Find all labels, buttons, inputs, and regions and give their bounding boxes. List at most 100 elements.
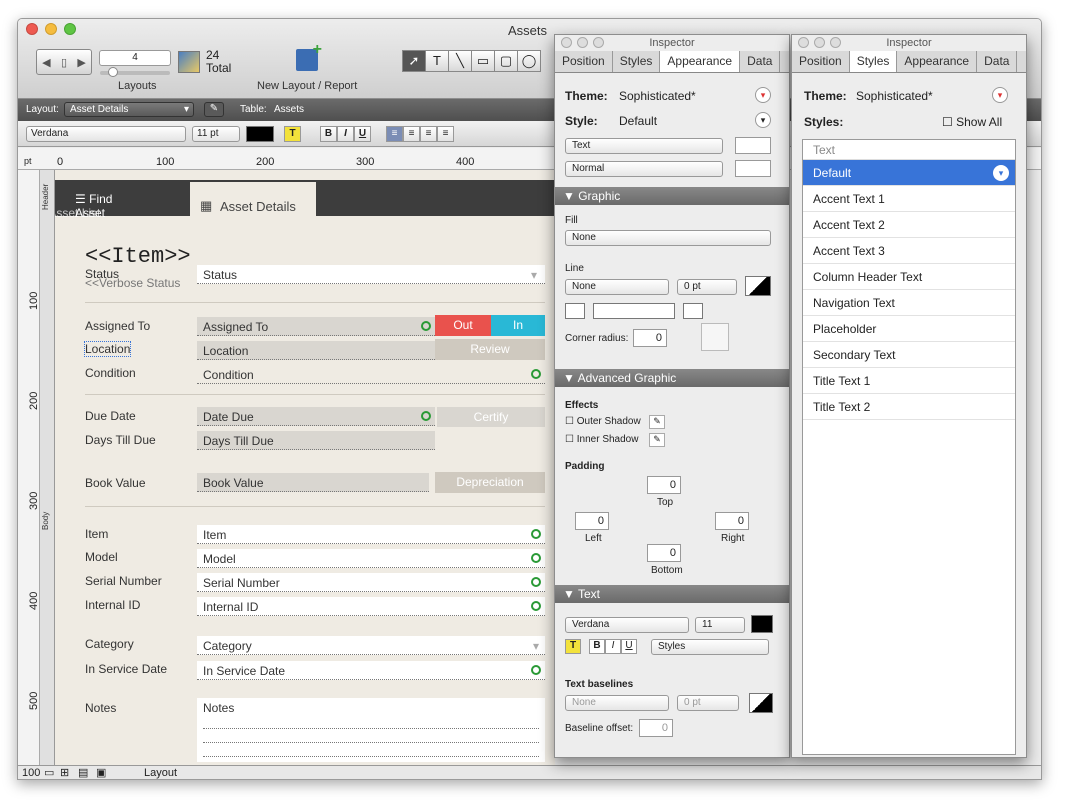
border-between-icon[interactable] bbox=[683, 303, 703, 319]
bold-icon[interactable]: B bbox=[589, 639, 605, 654]
italic-button[interactable]: I bbox=[337, 126, 354, 142]
condition-field[interactable]: Condition bbox=[197, 365, 545, 384]
minimize-button[interactable] bbox=[814, 37, 825, 48]
baseline-width-select[interactable]: 0 pt bbox=[677, 695, 739, 711]
slider-knob[interactable] bbox=[108, 67, 118, 77]
save-style-icon[interactable] bbox=[735, 137, 771, 154]
model-field[interactable]: Model bbox=[197, 549, 545, 568]
check-out-button[interactable]: Out bbox=[435, 315, 491, 336]
theme-menu-icon[interactable]: ▾ bbox=[992, 87, 1008, 103]
corner-picker-icon[interactable] bbox=[701, 323, 729, 351]
style-item[interactable]: Secondary Text bbox=[803, 342, 1015, 368]
layout-select[interactable]: Asset Details ▾ bbox=[64, 102, 194, 117]
text-color-well[interactable] bbox=[246, 126, 274, 142]
internal-id-field[interactable]: Internal ID bbox=[197, 597, 545, 616]
font-select[interactable]: Verdana bbox=[26, 126, 186, 142]
align-right-icon[interactable]: ≡ bbox=[420, 126, 437, 142]
record-book-nav[interactable]: ◀ ▯ ▶ bbox=[36, 49, 92, 75]
status-field[interactable]: Status ▾ bbox=[197, 265, 545, 284]
tab-position[interactable]: Position bbox=[555, 51, 613, 72]
location-field[interactable]: Location bbox=[197, 341, 435, 360]
days-till-due-field[interactable]: Days Till Due bbox=[197, 431, 435, 450]
border-sides-icon[interactable] bbox=[593, 303, 675, 319]
style-options-icon[interactable]: ▾ bbox=[993, 165, 1009, 181]
padding-right-input[interactable]: 0 bbox=[715, 512, 749, 530]
baseline-style-select[interactable]: None bbox=[565, 695, 669, 711]
style-item[interactable]: Navigation Text bbox=[803, 290, 1015, 316]
tab-appearance[interactable]: Appearance bbox=[897, 51, 978, 72]
text-styles-select[interactable]: Styles bbox=[651, 639, 769, 655]
underline-button[interactable]: U bbox=[354, 126, 371, 142]
font-size-select[interactable]: 11 pt bbox=[192, 126, 240, 142]
tab-data[interactable]: Data bbox=[977, 51, 1018, 72]
close-button[interactable] bbox=[26, 23, 38, 35]
align-center-icon[interactable]: ≡ bbox=[403, 126, 420, 142]
tab-styles[interactable]: Styles bbox=[849, 51, 898, 72]
border-all-icon[interactable] bbox=[565, 303, 585, 319]
style-item[interactable]: Column Header Text bbox=[803, 264, 1015, 290]
view-icon[interactable]: ▣ bbox=[96, 766, 106, 779]
style-item[interactable]: Title Text 1 bbox=[803, 368, 1015, 394]
zoom-level[interactable]: 100 bbox=[22, 767, 40, 779]
prev-icon[interactable]: ◀ bbox=[42, 56, 50, 69]
book-value-field[interactable]: Book Value bbox=[197, 473, 429, 492]
graphic-section-header[interactable]: ▼ Graphic bbox=[555, 187, 789, 205]
minimize-button[interactable] bbox=[45, 23, 57, 35]
style-item-default[interactable]: Default ▾ bbox=[803, 160, 1015, 186]
rounded-rect-tool-icon[interactable]: ▢ bbox=[494, 50, 518, 72]
certify-button[interactable]: Certify bbox=[437, 407, 545, 427]
theme-menu-icon[interactable]: ▾ bbox=[755, 87, 771, 103]
item-title[interactable]: <<Item>> bbox=[85, 244, 191, 269]
check-in-button[interactable]: In bbox=[491, 315, 545, 336]
zoom-button[interactable] bbox=[830, 37, 841, 48]
review-button[interactable]: Review bbox=[435, 339, 545, 360]
baseline-color-well[interactable] bbox=[749, 693, 773, 713]
align-justify-icon[interactable]: ≡ bbox=[437, 126, 454, 142]
pointer-tool-icon[interactable]: ➚ bbox=[402, 50, 426, 72]
tab-data[interactable]: Data bbox=[740, 51, 781, 72]
tab-styles[interactable]: Styles bbox=[613, 51, 661, 72]
tab-find-asset[interactable]: ☰ Find Asset Asset List bbox=[55, 192, 141, 220]
inner-shadow-checkbox[interactable]: ☐ Inner Shadow bbox=[565, 434, 638, 445]
depreciation-button[interactable]: Depreciation bbox=[435, 472, 545, 493]
category-field[interactable]: Category ▾ bbox=[197, 636, 545, 655]
new-layout-icon[interactable] bbox=[296, 41, 322, 71]
minimize-button[interactable] bbox=[577, 37, 588, 48]
assigned-field[interactable]: Assigned To bbox=[197, 317, 435, 336]
pencil-icon[interactable]: ✎ bbox=[649, 433, 665, 447]
revert-style-icon[interactable] bbox=[735, 160, 771, 177]
text-color-well[interactable] bbox=[751, 615, 773, 633]
oval-tool-icon[interactable]: ◯ bbox=[517, 50, 541, 72]
line-color-well[interactable] bbox=[745, 276, 771, 296]
record-number-field[interactable]: 4 bbox=[99, 50, 171, 66]
toggle-status-icon[interactable]: ▤ bbox=[78, 766, 88, 779]
padding-left-input[interactable]: 0 bbox=[575, 512, 609, 530]
object-state-select[interactable]: Normal bbox=[565, 161, 723, 177]
underline-icon[interactable]: U bbox=[621, 639, 637, 654]
show-all-checkbox[interactable]: ☐ Show All bbox=[942, 115, 1002, 129]
bold-button[interactable]: B bbox=[320, 126, 337, 142]
line-style-select[interactable]: None bbox=[565, 279, 669, 295]
notes-field[interactable]: Notes bbox=[197, 698, 545, 762]
style-menu-icon[interactable]: ▾ bbox=[755, 112, 771, 128]
tab-asset-details[interactable]: ▦ Asset Details bbox=[190, 182, 316, 216]
style-item[interactable]: Accent Text 1 bbox=[803, 186, 1015, 212]
serial-field[interactable]: Serial Number bbox=[197, 573, 545, 592]
zoom-out-icon[interactable]: ▭ bbox=[44, 766, 54, 779]
next-icon[interactable]: ▶ bbox=[77, 56, 85, 69]
advanced-graphic-header[interactable]: ▼ Advanced Graphic bbox=[555, 369, 789, 387]
style-item[interactable]: Accent Text 2 bbox=[803, 212, 1015, 238]
style-item[interactable]: Accent Text 3 bbox=[803, 238, 1015, 264]
object-type-select[interactable]: Text bbox=[565, 138, 723, 154]
text-size-select[interactable]: 11 bbox=[695, 617, 745, 633]
zoom-button[interactable] bbox=[593, 37, 604, 48]
tab-appearance[interactable]: Appearance bbox=[660, 51, 741, 72]
line-width-select[interactable]: 0 pt bbox=[677, 279, 737, 295]
text-tool-icon[interactable]: T bbox=[425, 50, 449, 72]
corner-radius-input[interactable]: 0 bbox=[633, 329, 667, 347]
baseline-offset-input[interactable]: 0 bbox=[639, 719, 673, 737]
fill-select[interactable]: None bbox=[565, 230, 771, 246]
zoom-button[interactable] bbox=[64, 23, 76, 35]
close-button[interactable] bbox=[798, 37, 809, 48]
due-date-field[interactable]: Date Due bbox=[197, 407, 435, 426]
